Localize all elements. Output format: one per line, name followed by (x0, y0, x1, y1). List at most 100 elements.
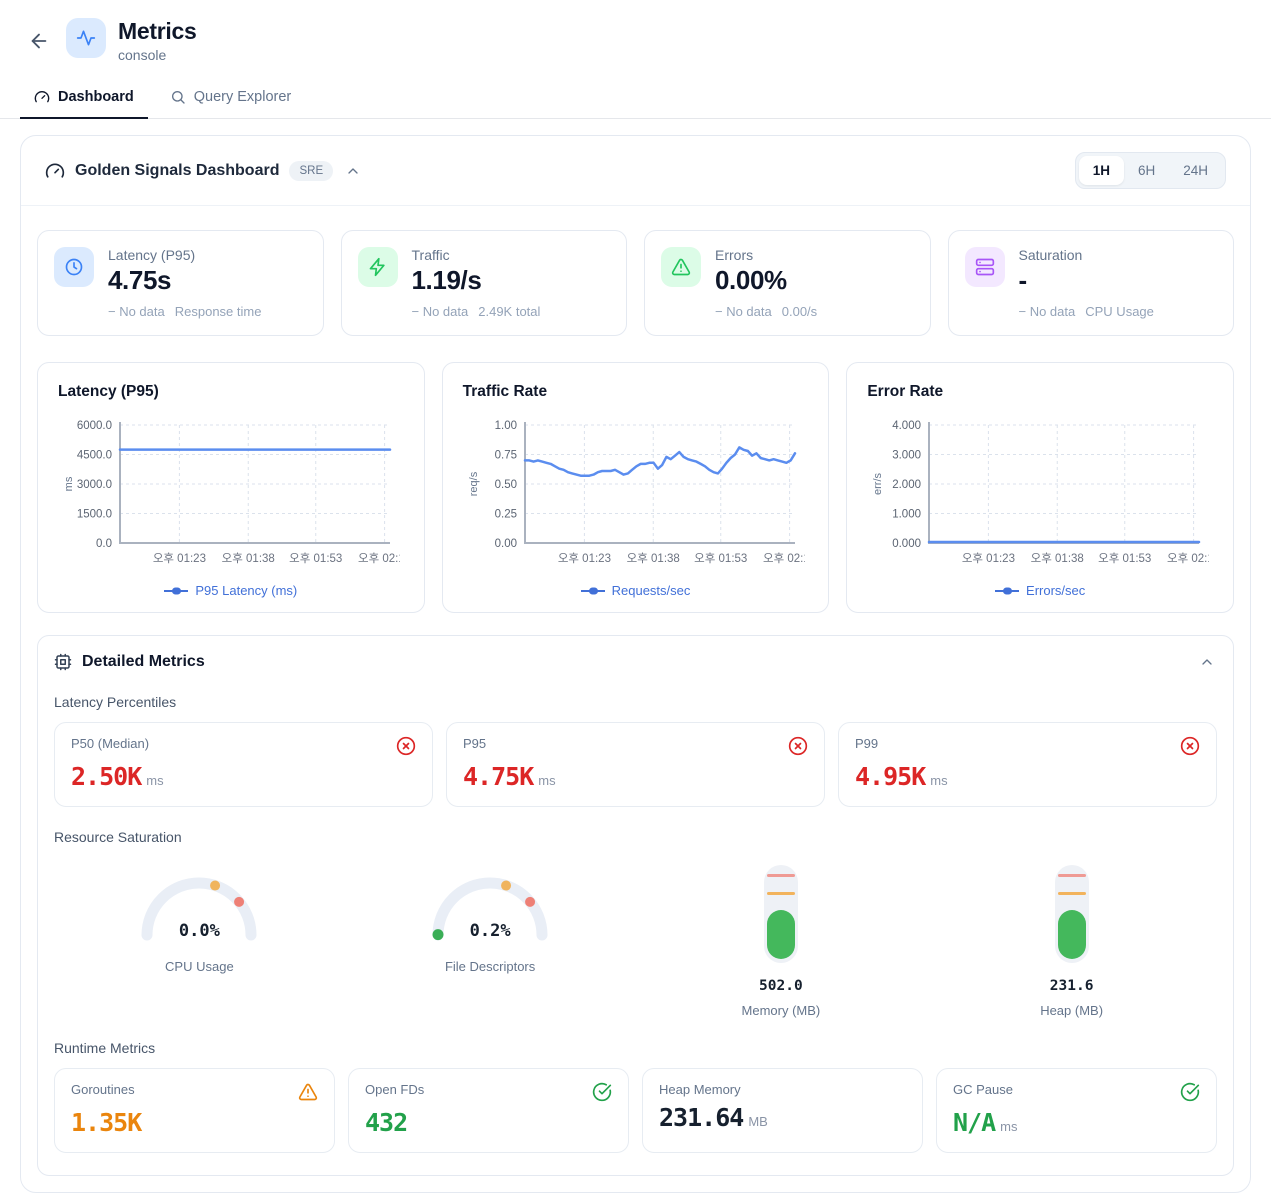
danger-threshold-line (767, 874, 795, 877)
metric-value: 4.75K (463, 762, 533, 791)
legend-line-marker-icon (164, 586, 188, 596)
metric-value: 2.50K (71, 762, 141, 791)
warning-threshold-line (1058, 892, 1086, 895)
zap-icon (358, 247, 398, 287)
metric-card-p50: P50 (Median) 2.50Kms (54, 722, 433, 807)
metric-unit: MB (748, 1114, 768, 1129)
svg-text:3.000: 3.000 (893, 450, 922, 462)
svg-text:0.50: 0.50 (494, 479, 516, 491)
metric-value: N/A (953, 1108, 995, 1137)
clock-icon (54, 247, 94, 287)
stat-subtext: 2.49K total (478, 304, 540, 319)
check-circle-icon (592, 1082, 612, 1102)
latency-percentiles-heading: Latency Percentiles (54, 694, 1217, 710)
chevron-up-icon (345, 163, 361, 179)
thermometer-label: Memory (MB) (742, 1003, 821, 1018)
stat-value: 1.19/s (412, 265, 541, 296)
charts-row: Latency (P95) 0.01500.03000.04500.06000.… (21, 336, 1250, 613)
svg-text:오후 01:53: 오후 01:53 (289, 552, 342, 565)
svg-text:1500.0: 1500.0 (77, 509, 112, 521)
svg-text:err/s: err/s (872, 473, 884, 496)
trend-text: − No data (108, 304, 165, 319)
resource-saturation-row: 0.0% CPU Usage 0.2% File Descriptors 502… (54, 859, 1217, 1018)
collapse-detailed-button[interactable] (1197, 652, 1217, 672)
runtime-metrics-heading: Runtime Metrics (54, 1040, 1217, 1056)
latency-line-chart: 0.01500.03000.04500.06000.0오후 01:23오후 01… (58, 415, 404, 575)
chart-title: Error Rate (867, 383, 1213, 401)
gauge-label: File Descriptors (445, 959, 535, 974)
gauge-icon (34, 89, 50, 105)
stat-label: Saturation (1019, 247, 1154, 263)
svg-text:0.25: 0.25 (494, 509, 516, 521)
tab-dashboard[interactable]: Dashboard (20, 79, 148, 119)
error-line-chart: 0.0001.0002.0003.0004.000오후 01:23오후 01:3… (867, 415, 1213, 575)
svg-text:0.000: 0.000 (893, 538, 922, 550)
percentile-cards-row: P50 (Median) 2.50Kms P95 4.75Kms (54, 722, 1217, 807)
thermometer-value: 231.6 (1050, 978, 1094, 994)
metric-label: Open FDs (365, 1082, 424, 1097)
thermometer-gauge (764, 865, 798, 963)
svg-text:req/s: req/s (468, 471, 480, 496)
range-6h-button[interactable]: 6H (1124, 156, 1169, 185)
legend-label: Errors/sec (1026, 583, 1085, 598)
svg-text:오후 01:53: 오후 01:53 (694, 552, 747, 565)
tab-dashboard-label: Dashboard (58, 89, 134, 105)
metric-value: 1.35K (71, 1108, 141, 1137)
stat-subtext: CPU Usage (1085, 304, 1154, 319)
svg-text:오후 01:23: 오후 01:23 (153, 552, 206, 565)
sre-badge: SRE (289, 161, 333, 181)
detailed-metrics-title: Detailed Metrics (82, 653, 205, 671)
svg-text:2.000: 2.000 (893, 479, 922, 491)
range-1h-button[interactable]: 1H (1079, 156, 1124, 185)
metric-card-open-fds: Open FDs 432 (348, 1068, 629, 1153)
stat-subtext: Response time (175, 304, 262, 319)
metric-unit: ms (146, 773, 163, 788)
legend-line-marker-icon (581, 586, 605, 596)
svg-text:3000.0: 3000.0 (77, 479, 112, 491)
metric-card-goroutines: Goroutines 1.35K (54, 1068, 335, 1153)
stat-cards-row: Latency (P95) 4.75s − No dataResponse ti… (21, 206, 1250, 336)
svg-text:ms: ms (63, 476, 75, 491)
panel-header: Golden Signals Dashboard SRE 1H 6H 24H (21, 136, 1250, 206)
metric-unit: ms (538, 773, 555, 788)
resource-saturation-heading: Resource Saturation (54, 829, 1217, 845)
thermometer-value: 502.0 (759, 978, 803, 994)
cpu-usage-gauge: 0.0% CPU Usage (54, 859, 345, 1018)
thermometer-fill (1058, 910, 1086, 959)
warning-threshold-line (767, 892, 795, 895)
heap-thermometer: 231.6 Heap (MB) (926, 859, 1217, 1018)
svg-text:0.00: 0.00 (494, 538, 516, 550)
stat-subtext: 0.00/s (782, 304, 817, 319)
check-circle-icon (1180, 1082, 1200, 1102)
warning-triangle-icon (298, 1082, 318, 1102)
app-header: Metrics console (0, 0, 1271, 63)
page-title: Metrics (118, 18, 196, 45)
server-icon (965, 247, 1005, 287)
stat-value: 0.00% (715, 265, 817, 296)
cpu-chip-icon (54, 653, 72, 671)
stat-card-errors: Errors 0.00% − No data0.00/s (644, 230, 931, 336)
metric-value: 231.64 (659, 1103, 743, 1132)
range-24h-button[interactable]: 24H (1169, 156, 1222, 185)
svg-text:0.0: 0.0 (96, 538, 112, 550)
svg-text:1.00: 1.00 (494, 420, 516, 432)
time-range-selector: 1H 6H 24H (1075, 152, 1226, 189)
error-chart-card: Error Rate 0.000 1.000 2.000 3.000 4.000 오후 0… (846, 362, 1234, 613)
danger-threshold-line (1058, 874, 1086, 877)
latency-chart-card: Latency (P95) 0.01500.03000.04500.06000.… (37, 362, 425, 613)
svg-text:1.000: 1.000 (893, 509, 922, 521)
stat-card-traffic: Traffic 1.19/s − No data2.49K total (341, 230, 628, 336)
metrics-app-icon (66, 18, 106, 58)
svg-text:4.000: 4.000 (893, 420, 922, 432)
svg-text:6000.0: 6000.0 (77, 420, 112, 432)
svg-text:오후 02:10: 오후 02:10 (358, 552, 400, 565)
back-button[interactable] (24, 26, 54, 56)
panel-title: Golden Signals Dashboard (75, 162, 279, 180)
legend-label: P95 Latency (ms) (195, 583, 297, 598)
svg-text:오후 01:38: 오후 01:38 (1031, 552, 1084, 565)
tab-query-explorer[interactable]: Query Explorer (156, 79, 306, 119)
metric-label: P99 (855, 736, 878, 751)
collapse-panel-button[interactable] (343, 161, 363, 181)
traffic-line-chart: 0.000.250.500.751.00오후 01:23오후 01:38오후 0… (463, 415, 809, 575)
thermometer-label: Heap (MB) (1040, 1003, 1103, 1018)
